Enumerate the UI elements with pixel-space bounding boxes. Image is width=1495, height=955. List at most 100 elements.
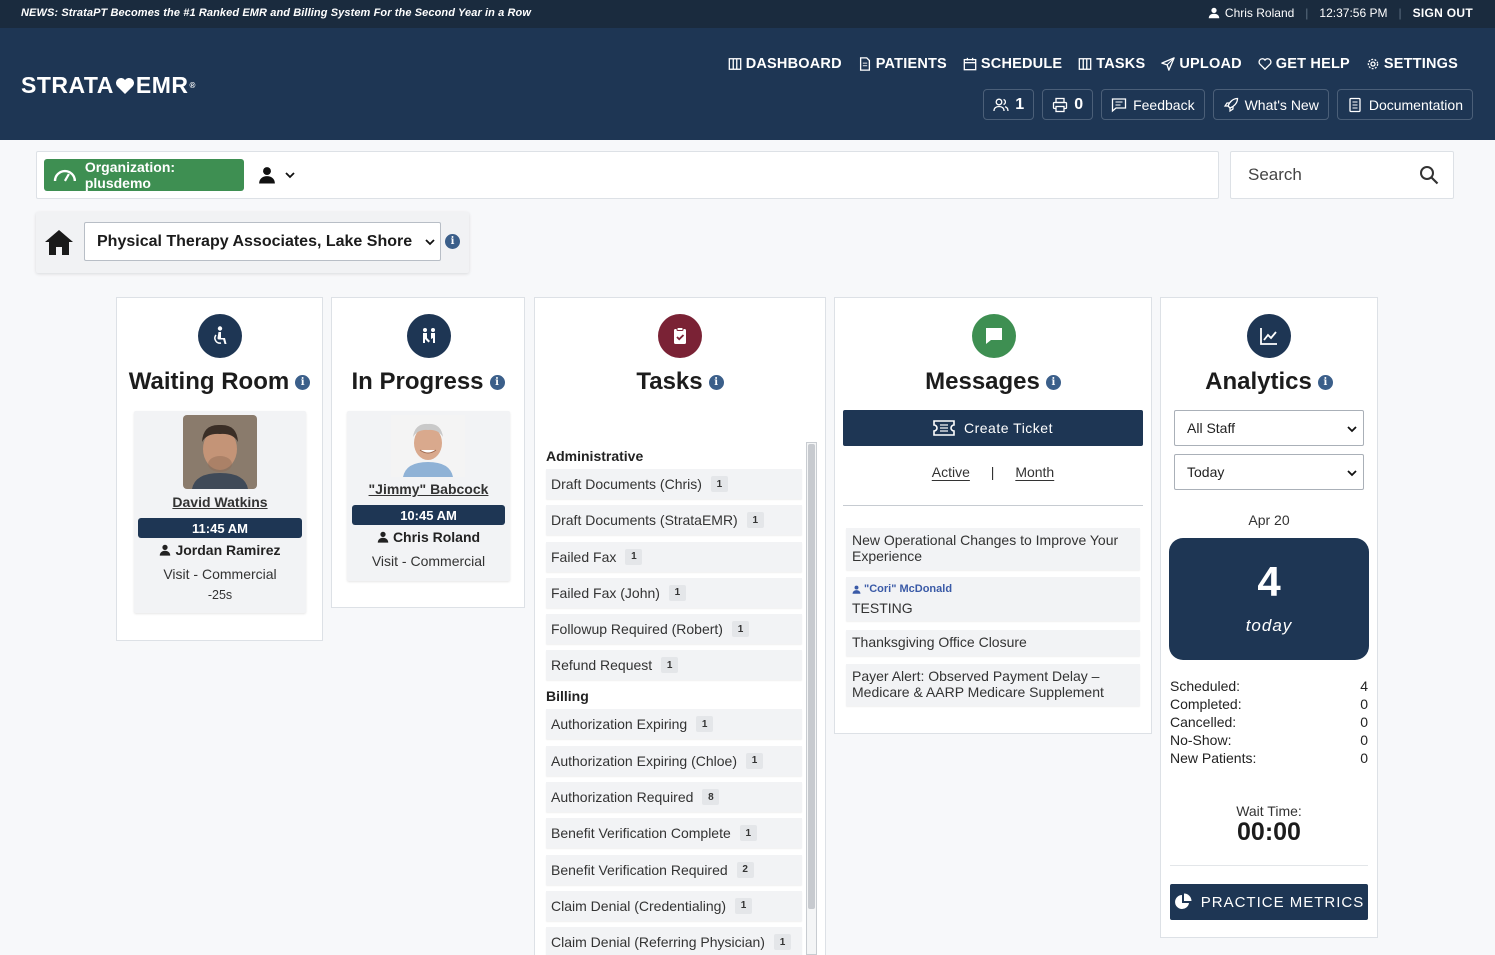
send-icon — [1161, 57, 1176, 71]
message-item[interactable]: Payer Alert: Observed Payment Delay – Me… — [846, 664, 1140, 706]
tab-month[interactable]: Month — [1015, 464, 1054, 480]
task-count-badge: 2 — [736, 861, 754, 878]
ticket-icon — [933, 420, 955, 436]
divider: | — [1398, 6, 1402, 20]
period-select[interactable]: Today — [1174, 454, 1364, 490]
heart-handshake-icon — [1258, 58, 1272, 71]
rocket-icon — [1223, 97, 1238, 112]
news-bar: NEWS: StrataPT Becomes the #1 Ranked EMR… — [0, 0, 1495, 28]
analytics-badge — [1247, 314, 1291, 358]
provider-name: Jordan Ramirez — [175, 542, 281, 558]
task-item[interactable]: Followup Required (Robert) 1 — [546, 614, 802, 645]
task-item[interactable]: Claim Denial (Credentialing) 1 — [546, 890, 802, 921]
clipboard-check-icon — [674, 327, 686, 344]
messages-title-text: Messages — [925, 368, 1040, 395]
patient-name-link[interactable]: "Jimmy" Babcock — [347, 481, 510, 497]
gear-icon — [1367, 58, 1379, 70]
task-list-scrollbar[interactable] — [806, 442, 817, 955]
tasks-badge — [658, 314, 702, 358]
task-item[interactable]: Authorization Expiring (Chloe) 1 — [546, 745, 802, 776]
patient-photo — [183, 415, 257, 489]
feedback-button[interactable]: Feedback — [1101, 89, 1205, 120]
search-input[interactable] — [1232, 153, 1412, 197]
info-icon[interactable]: i — [1045, 374, 1061, 390]
info-icon[interactable]: i — [708, 374, 724, 390]
task-item[interactable]: Failed Fax 1 — [546, 541, 802, 572]
appointment-time: 11:45 AM — [138, 518, 302, 538]
task-item[interactable]: Authorization Required 8 — [546, 782, 802, 813]
task-item[interactable]: Failed Fax (John) 1 — [546, 577, 802, 608]
organization-button[interactable]: Organization: plusdemo — [44, 159, 244, 191]
period-select-value: Today — [1187, 464, 1225, 480]
patient-card[interactable]: "Jimmy" Babcock 10:45 AM Chris Roland Vi… — [347, 411, 510, 581]
nav-dashboard[interactable]: DASHBOARD — [728, 56, 842, 72]
in-progress-title-text: In Progress — [351, 368, 484, 395]
nav-tasks[interactable]: TASKS — [1078, 56, 1145, 72]
practice-metrics-button[interactable]: PRACTICE METRICS — [1170, 884, 1368, 920]
user-icon — [852, 585, 861, 594]
session-info: Chris Roland | 12:37:56 PM | SIGN OUT — [1208, 6, 1473, 20]
in-progress-card: In Progress i "Jimmy" Babcock 10:45 AM C… — [331, 297, 525, 608]
task-item[interactable]: Refund Request 1 — [546, 650, 802, 681]
whats-new-label: What's New — [1244, 96, 1319, 113]
sign-out-link[interactable]: SIGN OUT — [1413, 6, 1473, 20]
visit-type: Visit - Commercial — [371, 553, 486, 569]
patient-name-link[interactable]: David Watkins — [134, 494, 306, 510]
divider — [843, 505, 1143, 506]
message-item[interactable]: New Operational Changes to Improve Your … — [846, 528, 1140, 570]
online-users-button[interactable]: 1 — [983, 89, 1035, 120]
info-icon[interactable]: i — [1317, 374, 1333, 390]
task-item[interactable]: Draft Documents (Chris) 1 — [546, 469, 802, 499]
task-item[interactable]: Benefit Verification Required 2 — [546, 854, 802, 885]
nav-settings-label: SETTINGS — [1383, 56, 1458, 72]
task-label: Failed Fax — [551, 548, 617, 565]
task-label: Benefit Verification Required — [551, 861, 728, 878]
analytics-title-text: Analytics — [1205, 368, 1312, 395]
in-progress-badge — [407, 314, 451, 358]
nav-get-help[interactable]: GET HELP — [1258, 56, 1350, 72]
print-queue-button[interactable]: 0 — [1042, 89, 1094, 120]
whats-new-button[interactable]: What's New — [1212, 89, 1329, 120]
task-item[interactable]: Benefit Verification Complete 1 — [546, 818, 802, 849]
task-label: Followup Required (Robert) — [551, 621, 723, 638]
strata-emr-logo[interactable]: STRATA EMR ® — [21, 72, 196, 99]
nav-patients[interactable]: PATIENTS — [858, 56, 947, 72]
task-label: Authorization Expiring — [551, 716, 688, 733]
documentation-button[interactable]: Documentation — [1336, 89, 1473, 120]
location-select-value: Physical Therapy Associates, Lake Shore — [97, 232, 413, 250]
user-menu-dropdown[interactable] — [258, 166, 296, 184]
message-item[interactable]: "Cori" McDonald TESTING — [846, 577, 1140, 621]
appointments-today-label: today — [1245, 616, 1293, 635]
scrollbar-thumb[interactable] — [808, 444, 815, 909]
messages-title: Messages i — [835, 368, 1151, 396]
printer-icon — [1053, 97, 1068, 112]
info-icon[interactable]: i — [489, 374, 505, 390]
task-item[interactable]: Claim Denial (Referring Physician) 1 — [546, 927, 802, 955]
search-icon[interactable] — [1419, 165, 1439, 185]
nav-settings[interactable]: SETTINGS — [1366, 56, 1458, 72]
message-item[interactable]: Thanksgiving Office Closure — [846, 630, 1140, 656]
info-icon[interactable]: i — [295, 374, 311, 390]
stat-label: Scheduled: — [1170, 678, 1241, 694]
task-item[interactable]: Authorization Expiring 1 — [546, 709, 802, 740]
patient-card[interactable]: David Watkins 11:45 AM Jordan Ramirez Vi… — [134, 411, 306, 613]
staff-select[interactable]: All Staff — [1174, 410, 1364, 446]
task-count-badge: 1 — [696, 716, 714, 733]
nav-schedule[interactable]: SCHEDULE — [963, 56, 1062, 72]
home-icon[interactable] — [44, 228, 74, 256]
task-list: Administrative Draft Documents (Chris) 1 … — [545, 440, 805, 955]
columns-icon — [1078, 58, 1092, 70]
logo-text-left: STRATA — [21, 72, 114, 98]
user-doctor-icon — [377, 531, 389, 543]
task-label: Draft Documents (StrataEMR) — [551, 512, 738, 529]
task-item[interactable]: Draft Documents (StrataEMR) 1 — [546, 505, 802, 536]
location-select[interactable]: Physical Therapy Associates, Lake Shore — [84, 222, 441, 261]
tab-active[interactable]: Active — [932, 464, 970, 480]
nav-upload[interactable]: UPLOAD — [1161, 56, 1242, 72]
news-ticker[interactable]: NEWS: StrataPT Becomes the #1 Ranked EMR… — [21, 7, 531, 19]
practice-metrics-label: PRACTICE METRICS — [1200, 893, 1365, 911]
create-ticket-button[interactable]: Create Ticket — [843, 410, 1143, 446]
info-icon[interactable]: i — [445, 234, 460, 249]
user-icon — [1208, 7, 1220, 19]
analytics-date: Apr 20 — [1248, 512, 1290, 528]
